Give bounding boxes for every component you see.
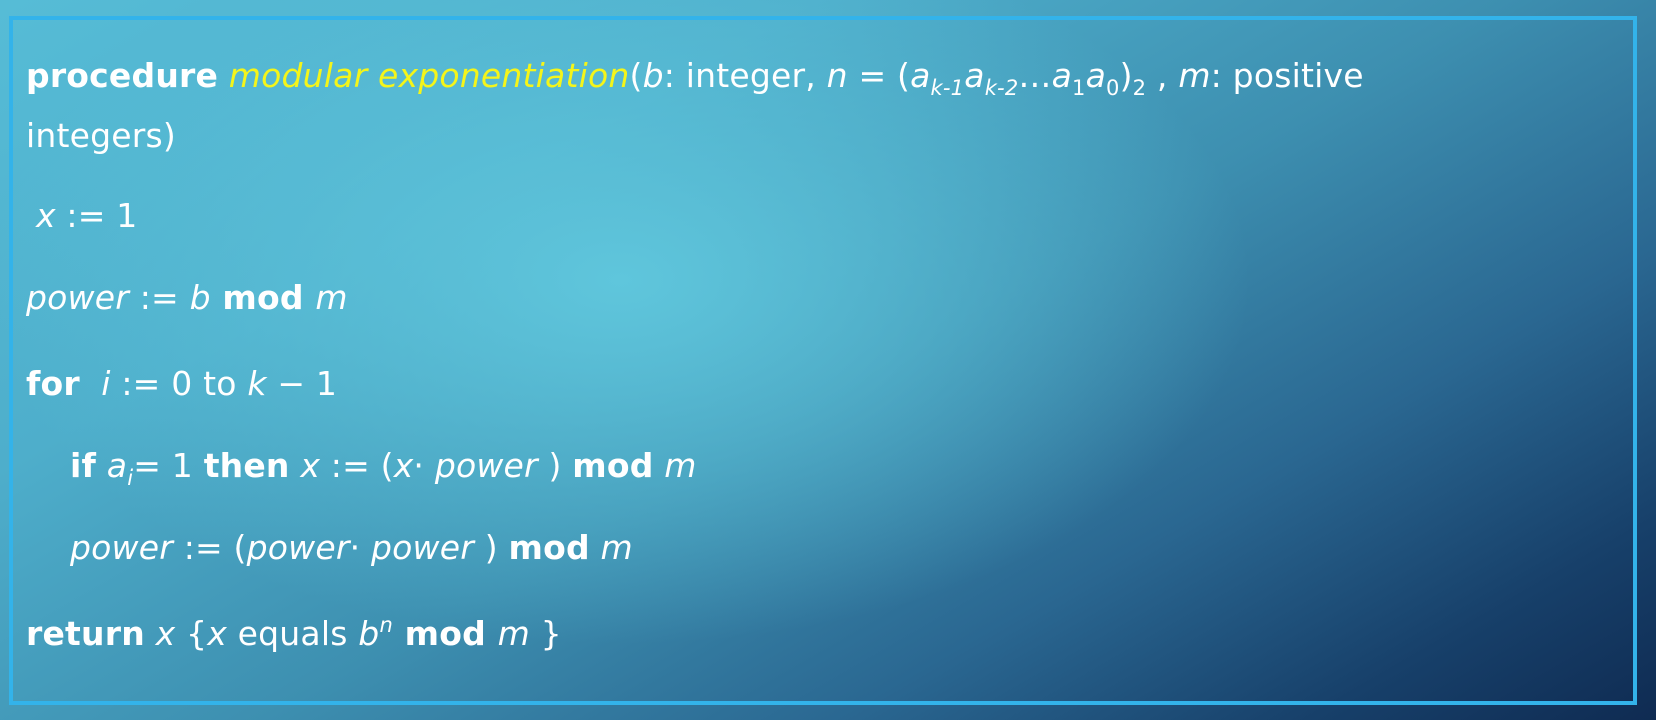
digit-a-k1: a xyxy=(910,56,931,95)
var-m: m xyxy=(497,614,530,653)
var-a: a xyxy=(96,446,128,485)
power-update-line: power := (power· power ) mod m xyxy=(70,528,633,568)
base-subscript: 2 xyxy=(1132,76,1147,100)
subscript-k2: k-2 xyxy=(984,76,1019,100)
var-b: b xyxy=(358,614,380,653)
slide-frame xyxy=(9,16,1637,705)
digit-a-k2: a xyxy=(964,56,985,95)
param-b-type: : integer, xyxy=(663,56,827,95)
var-x-comment: x xyxy=(207,614,227,653)
equals-open: = ( xyxy=(847,56,911,95)
assign-open: := ( xyxy=(320,446,394,485)
brace-open: { xyxy=(175,614,208,653)
subscript-1: 1 xyxy=(1072,76,1086,100)
return-line: return x {x equals bn mod m } xyxy=(26,614,562,654)
var-x-target: x xyxy=(289,446,321,485)
superscript-n: n xyxy=(379,613,393,637)
assign-op: := xyxy=(129,278,190,317)
var-x: x xyxy=(36,196,56,235)
assign-open: := ( xyxy=(173,528,247,567)
subscript-k1: k-1 xyxy=(930,76,965,100)
var-power-operand-1: power xyxy=(246,528,350,567)
digit-a-0: a xyxy=(1085,56,1107,95)
param-n: n xyxy=(826,56,848,95)
param-m: m xyxy=(1178,56,1211,95)
for-range-end: − 1 xyxy=(266,364,338,403)
keyword-mod: mod xyxy=(392,614,498,653)
var-k: k xyxy=(247,364,267,403)
var-x-return: x xyxy=(144,614,176,653)
equals-text: equals xyxy=(226,614,359,653)
x-init-rest: := 1 xyxy=(55,196,138,235)
subscript-0: 0 xyxy=(1106,76,1120,100)
param-m-type: : positive xyxy=(1210,56,1364,95)
var-power-operand-2: power xyxy=(371,528,475,567)
close-paren: ) xyxy=(537,446,573,485)
var-m: m xyxy=(315,278,348,317)
for-line: for i := 0 to k − 1 xyxy=(26,364,337,404)
procedure-header-continuation: integers) xyxy=(26,116,176,156)
procedure-name: modular exponentiation xyxy=(228,56,630,95)
var-power-operand: power xyxy=(434,446,538,485)
brace-close: } xyxy=(529,614,562,653)
digit-a-1: a xyxy=(1051,56,1073,95)
keyword-if: if xyxy=(70,446,97,485)
var-power-target: power xyxy=(70,528,173,567)
keyword-mod: mod xyxy=(210,278,316,317)
close-paren: ) xyxy=(1119,56,1133,95)
keyword-mod: mod xyxy=(572,446,654,485)
close-paren: ) xyxy=(474,528,509,567)
var-power: power xyxy=(26,278,129,317)
continuation-text: integers) xyxy=(26,116,177,155)
x-init-line: x := 1 xyxy=(36,196,137,236)
open-paren: ( xyxy=(629,56,643,95)
var-i: i xyxy=(79,364,111,403)
keyword-then: then xyxy=(203,446,290,485)
if-condition: = 1 xyxy=(133,446,204,485)
keyword-mod: mod xyxy=(508,528,590,567)
keyword-procedure: procedure xyxy=(26,56,219,95)
power-init-line: power := b mod m xyxy=(26,278,348,318)
var-m: m xyxy=(653,446,697,485)
mult-dot: · xyxy=(413,446,435,485)
ellipsis: … xyxy=(1018,56,1052,95)
comma: , xyxy=(1146,56,1179,95)
var-x-operand: x xyxy=(393,446,414,485)
var-b: b xyxy=(189,278,211,317)
param-b: b xyxy=(642,56,664,95)
keyword-return: return xyxy=(26,614,145,653)
for-range: := 0 to xyxy=(110,364,248,403)
procedure-header-line: procedure modular exponentiation(b: inte… xyxy=(26,56,1364,99)
mult-dot: · xyxy=(349,528,372,567)
keyword-for: for xyxy=(26,364,80,403)
var-m: m xyxy=(589,528,633,567)
if-line: if ai= 1 then x := (x· power ) mod m xyxy=(70,446,697,489)
